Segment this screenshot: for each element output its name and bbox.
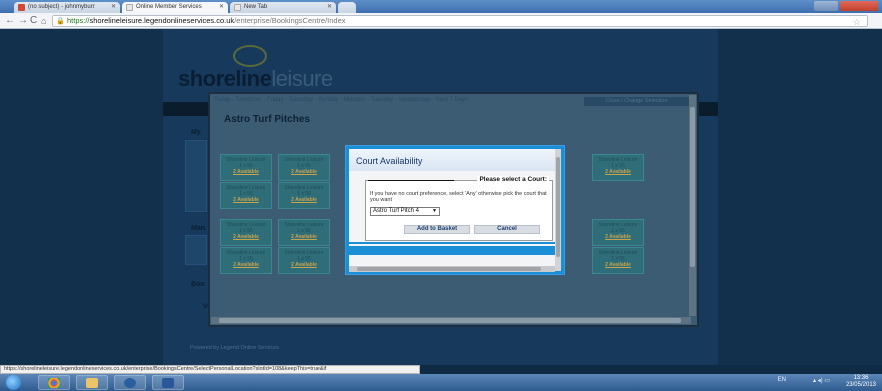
timetable-slot[interactable]: Shoreline Leisure 1 x 55 2 Available	[220, 154, 272, 181]
timetable-slot[interactable]: Shoreline Leisure 1 x 55 2 Available	[278, 182, 330, 209]
tab-gmail[interactable]: (no subject) - johnmyburr ✕	[14, 2, 120, 13]
dialog-header: Court Availability	[349, 149, 561, 171]
slot-link[interactable]: 2 Available	[279, 262, 329, 268]
dialog-footer-band	[349, 246, 561, 255]
slot-link[interactable]: 2 Available	[593, 169, 643, 175]
scrollbar-thumb[interactable]	[357, 267, 541, 271]
scrollbar-thumb[interactable]	[690, 107, 695, 267]
close-icon[interactable]: ✕	[111, 3, 116, 10]
days-nav[interactable]: Today · Tomorrow · Friday · Saturday · S…	[214, 97, 468, 103]
scrollbar-thumb[interactable]	[556, 157, 560, 257]
tab-new-tab[interactable]: New Tab ✕	[230, 2, 336, 13]
tab-online-member-services[interactable]: Online Member Services ✕	[122, 2, 228, 13]
timetable-title: Astro Turf Pitches	[224, 114, 310, 125]
close-change-selection-button[interactable]: Close / Change Selection	[584, 97, 689, 106]
slot-link[interactable]: 2 Available	[279, 234, 329, 240]
add-to-basket-button[interactable]: Add to Basket	[404, 225, 470, 234]
close-icon[interactable]: ✕	[219, 3, 224, 10]
timetable-slot[interactable]: Shoreline Leisure 1 x 55 2 Available	[278, 219, 330, 246]
window-close-button[interactable]	[814, 1, 878, 11]
left-section-label: Man	[191, 225, 205, 232]
new-tab-button[interactable]	[338, 2, 356, 13]
page-icon	[126, 4, 133, 11]
court-select[interactable]: Astro Turf Pitch 4 ▼	[370, 207, 440, 216]
left-section-label: My	[191, 129, 201, 136]
slot-link[interactable]: 2 Available	[221, 169, 271, 175]
clock-date: 23/05/2013	[845, 382, 876, 388]
word-icon	[162, 378, 174, 388]
legend-line	[368, 180, 454, 181]
chevron-down-icon: ▼	[432, 208, 437, 214]
left-section-label: Boo	[191, 281, 205, 288]
windows-taskbar: EN ▴ ◂) ▭ 13:36 23/05/2013	[0, 374, 882, 391]
tray-icons[interactable]: ▴ ◂) ▭	[813, 377, 830, 384]
back-icon[interactable]: ←	[5, 15, 15, 27]
browser-status-bar: https://shorelineleisure.legendonlineser…	[0, 365, 420, 374]
browser-toolbar: ← → C ⌂ 🔒 https://shorelineleisure.legen…	[0, 13, 882, 29]
clock[interactable]: 13:36 23/05/2013	[846, 375, 876, 389]
url-host: shorelineleisure.legendonlineservices.co…	[89, 16, 235, 25]
court-availability-dialog: Court Availability Please select a Court…	[346, 146, 564, 274]
tab-label: New Tab	[244, 4, 268, 10]
slot-link[interactable]: 2 Available	[593, 234, 643, 240]
vertical-scrollbar[interactable]	[555, 149, 561, 271]
start-button[interactable]	[6, 375, 21, 390]
slot-link[interactable]: 2 Available	[593, 262, 643, 268]
timetable-slot[interactable]: Shoreline Leisure 1 x 55 2 Available	[220, 219, 272, 246]
language-indicator[interactable]: EN	[778, 377, 786, 383]
bookmark-star-icon[interactable]: ☆	[853, 17, 861, 27]
scrollbar-thumb[interactable]	[219, 318, 681, 323]
timetable-slot[interactable]: Shoreline Leisure 1 x 55 2 Available	[278, 247, 330, 274]
clock-time: 13:36	[853, 375, 869, 381]
page-icon	[234, 4, 241, 11]
court-hint-text: If you have no court preference, select …	[370, 191, 547, 203]
tab-label: (no subject) - johnmyburr	[28, 4, 95, 10]
folder-icon	[86, 378, 98, 388]
media-player-icon	[124, 378, 136, 388]
timetable-slot[interactable]: Shoreline Leisure 1 x 55 2 Available	[592, 154, 644, 181]
taskbar-media-player[interactable]	[114, 375, 146, 390]
reload-icon[interactable]: C	[30, 15, 37, 27]
slot-link[interactable]: 2 Available	[279, 197, 329, 203]
logo-dark: shoreline	[178, 66, 272, 91]
slot-link[interactable]: 2 Available	[221, 197, 271, 203]
timetable-slot[interactable]: Shoreline Leisure 1 x 55 2 Available	[278, 154, 330, 181]
home-icon[interactable]: ⌂	[41, 15, 46, 27]
url-scheme: https://	[67, 16, 90, 25]
logo-light: leisure	[271, 66, 333, 91]
site-logo[interactable]: shorelineleisure	[178, 66, 333, 92]
taskbar-explorer[interactable]	[76, 375, 108, 390]
chrome-icon	[48, 378, 60, 388]
gmail-icon	[18, 4, 25, 11]
timetable-slot[interactable]: Shoreline Leisure 1 x 55 2 Available	[592, 219, 644, 246]
left-panel	[185, 140, 207, 212]
cancel-button[interactable]: Cancel	[474, 225, 540, 234]
slot-link[interactable]: 2 Available	[221, 234, 271, 240]
taskbar-word[interactable]	[152, 375, 184, 390]
left-panel	[185, 235, 207, 265]
fieldset-legend: Please select a Court:	[477, 176, 549, 183]
powered-by: Powered by Legend Online Services	[190, 345, 279, 351]
horizontal-scrollbar[interactable]	[211, 317, 691, 324]
browser-tab-strip: (no subject) - johnmyburr ✕ Online Membe…	[0, 0, 882, 13]
lock-icon: 🔒	[56, 18, 65, 25]
tab-label: Online Member Services	[136, 4, 202, 10]
close-icon[interactable]: ✕	[327, 3, 332, 10]
timetable-slot[interactable]: Shoreline Leisure 1 x 55 2 Available	[592, 247, 644, 274]
taskbar-chrome[interactable]	[38, 375, 70, 390]
forward-icon[interactable]: →	[18, 15, 28, 27]
horizontal-scrollbar[interactable]	[349, 266, 555, 272]
court-selection-fieldset: Please select a Court: If you have no co…	[365, 176, 553, 241]
slot-link[interactable]: 2 Available	[279, 169, 329, 175]
dialog-title: Court Availability	[356, 156, 423, 166]
timetable-slot[interactable]: Shoreline Leisure 1 x 55 2 Available	[220, 247, 272, 274]
court-select-value: Astro Turf Pitch 4	[373, 208, 420, 214]
divider	[349, 242, 561, 244]
logo-emblem	[233, 45, 267, 67]
address-bar[interactable]: 🔒 https://shorelineleisure.legendonlines…	[52, 15, 868, 27]
slot-link[interactable]: 2 Available	[221, 262, 271, 268]
url-path: /enterprise/BookingsCentre/Index	[234, 16, 346, 25]
vertical-scrollbar[interactable]	[689, 95, 696, 316]
timetable-slot[interactable]: Shoreline Leisure 1 x 55 2 Available	[220, 182, 272, 209]
